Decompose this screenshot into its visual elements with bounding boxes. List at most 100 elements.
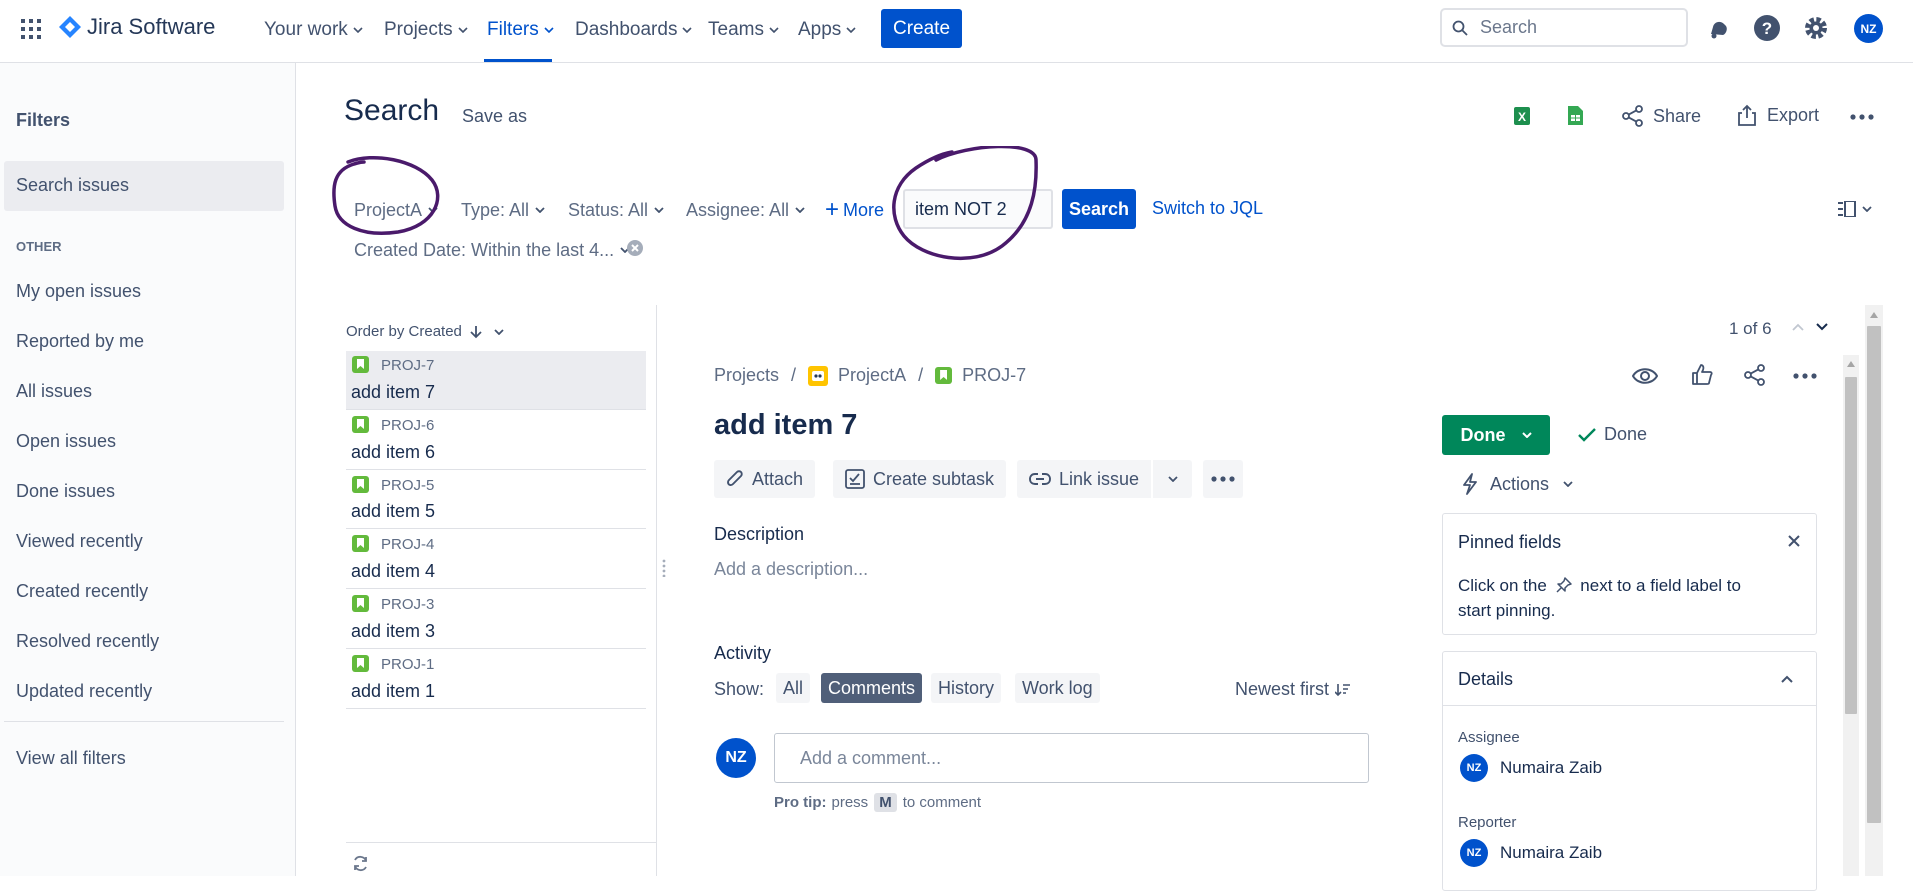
switch-to-jql-link[interactable]: Switch to JQL (1152, 198, 1263, 219)
issue-more-icon[interactable] (1793, 373, 1817, 379)
layout-switcher[interactable] (1838, 201, 1872, 217)
sidebar-item-done-issues[interactable]: Done issues (16, 481, 115, 502)
sidebar-item-viewed-recently[interactable]: Viewed recently (16, 531, 143, 552)
sidebar-item-my-open-issues[interactable]: My open issues (16, 281, 141, 302)
like-icon[interactable] (1691, 364, 1713, 386)
description-field[interactable]: Add a description... (714, 559, 868, 580)
settings-icon[interactable] (1803, 15, 1829, 41)
actions-button[interactable]: Actions (1462, 473, 1573, 495)
create-button[interactable]: Create (881, 9, 962, 48)
breadcrumb-separator: / (918, 365, 924, 385)
reporter-label: Reporter (1458, 814, 1517, 831)
view-all-filters-link[interactable]: View all filters (16, 748, 126, 769)
next-issue-icon[interactable] (1816, 323, 1828, 331)
refresh-icon[interactable] (352, 855, 369, 872)
chevron-up-icon (1781, 675, 1793, 683)
type-filter-label: Type: All (461, 199, 530, 220)
sidebar-item-reported-by-me[interactable]: Reported by me (16, 331, 144, 352)
breadcrumb-projects[interactable]: Projects (714, 365, 779, 386)
project-avatar-icon (808, 365, 829, 386)
assignee-filter[interactable]: Assignee: All (686, 196, 805, 224)
notifications-icon[interactable] (1706, 17, 1730, 41)
more-actions-icon[interactable] (1850, 114, 1874, 120)
sidebar-item-resolved-recently[interactable]: Resolved recently (16, 631, 159, 652)
list-view-icon (1838, 201, 1856, 217)
sidebar-item-search-issues[interactable]: Search issues (4, 161, 284, 211)
comment-avatar: NZ (716, 738, 756, 778)
status-button[interactable]: Done (1442, 415, 1550, 455)
chevron-down-icon (535, 207, 545, 213)
sidebar-item-open-issues[interactable]: Open issues (16, 431, 116, 452)
more-filters-button[interactable]: + More (825, 196, 884, 224)
issue-title[interactable]: add item 7 (714, 409, 857, 442)
close-icon[interactable] (1787, 534, 1801, 548)
previous-issue-icon[interactable] (1792, 323, 1804, 331)
chevron-down-icon (769, 27, 779, 33)
row-divider (346, 469, 646, 470)
pro-tip: Pro tip: press M to comment (774, 793, 981, 812)
more-icon (1211, 476, 1235, 482)
nav-dashboards[interactable]: Dashboards (575, 0, 693, 60)
activity-tab-work-log[interactable]: Work log (1015, 673, 1100, 703)
status-filter[interactable]: Status: All (568, 196, 664, 224)
save-as-button[interactable]: Save as (462, 106, 527, 127)
attach-button[interactable]: Attach (714, 460, 816, 498)
reporter-name[interactable]: Numaira Zaib (1500, 843, 1602, 863)
details-header[interactable]: Details (1443, 652, 1816, 706)
nav-apps[interactable]: Apps (798, 0, 856, 60)
link-issue-dropdown[interactable] (1152, 460, 1192, 498)
export-button[interactable]: Export (1737, 104, 1819, 126)
clear-filter-icon[interactable] (626, 239, 644, 257)
comment-input[interactable]: Add a comment... (774, 733, 1369, 783)
link-issue-button[interactable]: Link issue (1017, 460, 1152, 498)
resize-handle-icon[interactable] (662, 559, 666, 577)
type-filter[interactable]: Type: All (461, 196, 545, 224)
issue-title: add item 7 (351, 382, 436, 402)
excel-export-icon[interactable]: X (1514, 107, 1530, 125)
sidebar-item-created-recently[interactable]: Created recently (16, 581, 148, 602)
sheets-export-icon[interactable] (1568, 106, 1583, 125)
breadcrumb-project[interactable]: ProjectA (838, 365, 906, 386)
assignee-name[interactable]: Numaira Zaib (1500, 758, 1602, 778)
order-by-button[interactable]: Order by Created (346, 323, 504, 340)
story-icon (352, 356, 369, 373)
detail-scrollbar-thumb[interactable] (1845, 377, 1857, 714)
issue-key: PROJ-4 (381, 536, 435, 553)
keyboard-key: M (874, 793, 897, 812)
more-tools-button[interactable] (1203, 460, 1243, 498)
sort-order-button[interactable]: Newest first (1235, 679, 1351, 700)
help-icon[interactable]: ? (1754, 15, 1780, 41)
page-scroll-up-icon[interactable] (1870, 312, 1878, 318)
detail-scroll-up-icon[interactable] (1847, 361, 1855, 367)
activity-tab-comments[interactable]: Comments (821, 673, 923, 703)
search-button[interactable]: Search (1062, 189, 1136, 229)
issue-key: PROJ-1 (381, 656, 435, 673)
nav-teams[interactable]: Teams (708, 0, 779, 60)
issue-key: PROJ-6 (381, 417, 435, 434)
breadcrumb-issue-key[interactable]: PROJ-7 (962, 365, 1026, 386)
nav-filters[interactable]: Filters (487, 0, 554, 60)
global-search-input[interactable]: Search (1440, 8, 1688, 47)
watch-icon[interactable] (1632, 366, 1658, 386)
page-scrollbar-thumb[interactable] (1867, 326, 1881, 823)
activity-tab-history[interactable]: History (931, 673, 1002, 703)
active-nav-indicator (484, 59, 552, 62)
sidebar-item-updated-recently[interactable]: Updated recently (16, 681, 152, 702)
share-issue-icon[interactable] (1744, 364, 1766, 386)
resolution: Done (1578, 424, 1647, 445)
create-subtask-button[interactable]: Create subtask (833, 460, 1007, 498)
app-switcher-icon[interactable] (21, 19, 41, 39)
jira-logo[interactable]: Jira Software (58, 14, 215, 40)
created-date-filter[interactable]: Created Date: Within the last 4... (354, 236, 630, 264)
nav-label: Projects (384, 19, 453, 40)
user-avatar[interactable]: NZ (1854, 14, 1883, 43)
issue-title: add item 3 (351, 621, 436, 641)
share-button[interactable]: Share (1622, 105, 1701, 127)
nav-projects[interactable]: Projects (384, 0, 468, 60)
link-icon (1029, 473, 1051, 485)
app-name: Jira Software (87, 14, 216, 39)
subtask-icon (845, 469, 865, 489)
nav-your-work[interactable]: Your work (264, 0, 363, 60)
sidebar-item-all-issues[interactable]: All issues (16, 381, 92, 402)
activity-tab-all[interactable]: All (776, 673, 811, 703)
